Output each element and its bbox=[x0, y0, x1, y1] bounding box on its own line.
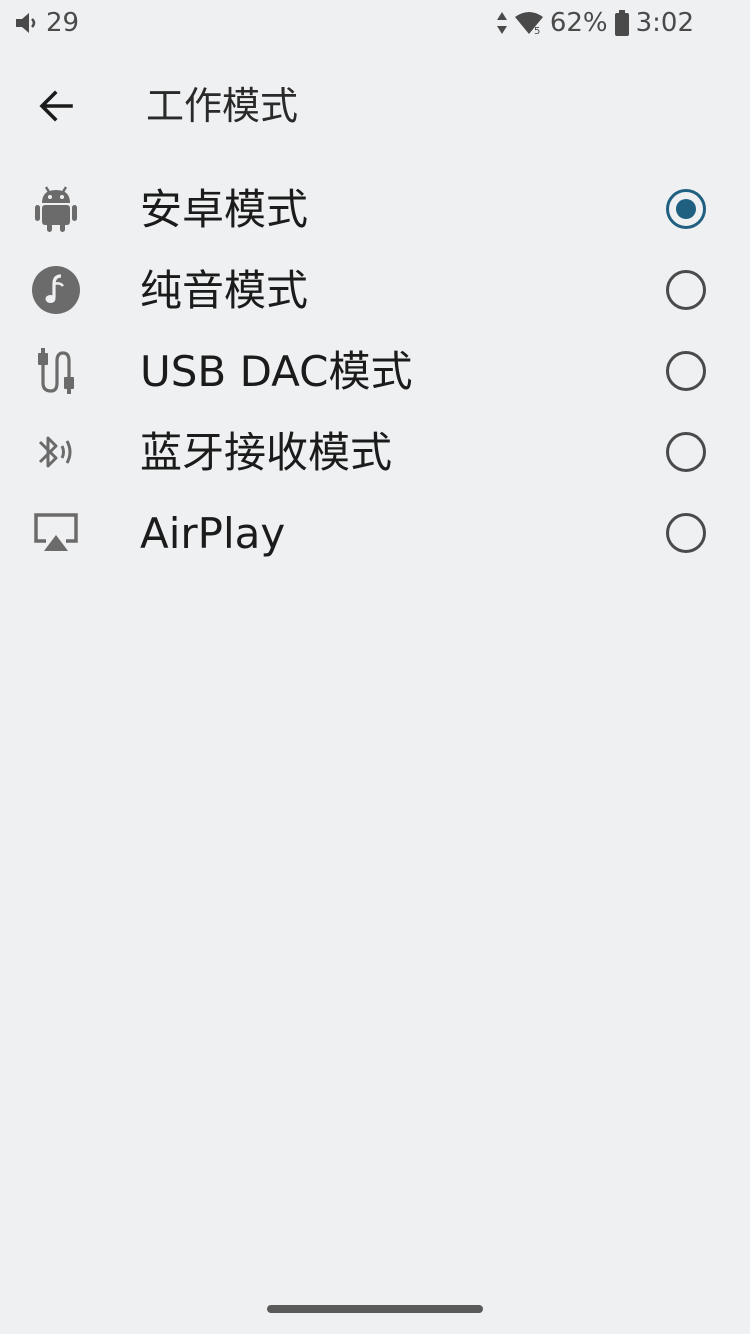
status-left: 29 bbox=[14, 8, 79, 38]
app-bar: 工作模式 bbox=[0, 60, 750, 152]
airplay-icon bbox=[28, 507, 84, 559]
home-indicator[interactable] bbox=[267, 1305, 483, 1313]
volume-level: 29 bbox=[46, 8, 80, 38]
mode-item-airplay[interactable]: AirPlay bbox=[0, 492, 750, 573]
radio-usb-dac[interactable] bbox=[666, 351, 706, 391]
wifi-icon: 5 bbox=[514, 12, 543, 36]
svg-text:5: 5 bbox=[534, 26, 540, 36]
mode-item-usb-dac[interactable]: USB DAC模式 bbox=[0, 330, 750, 411]
status-right: 5 62% 3:02 bbox=[490, 8, 694, 38]
radio-android[interactable] bbox=[666, 189, 706, 229]
mode-label-usb-dac: USB DAC模式 bbox=[140, 347, 413, 396]
usb-cable-icon bbox=[28, 345, 84, 397]
mode-item-android[interactable]: 安卓模式 bbox=[0, 168, 750, 249]
radio-pure-music[interactable] bbox=[666, 270, 706, 310]
arrow-left-icon bbox=[39, 90, 73, 122]
mode-label-airplay: AirPlay bbox=[140, 509, 286, 558]
radio-bluetooth[interactable] bbox=[666, 432, 706, 472]
back-button[interactable] bbox=[26, 76, 86, 136]
volume-icon bbox=[16, 13, 36, 33]
status-bar: 29 5 62% 3:02 bbox=[0, 0, 750, 50]
mode-list: 安卓模式 纯音模式 USB DAC模式 蓝牙接收模式 AirPlay bbox=[0, 168, 750, 573]
battery-percent: 62% bbox=[549, 8, 608, 38]
page-title: 工作模式 bbox=[146, 84, 299, 128]
battery-icon bbox=[614, 10, 629, 36]
clock: 3:02 bbox=[635, 8, 694, 38]
mode-item-bluetooth[interactable]: 蓝牙接收模式 bbox=[0, 411, 750, 492]
mode-item-pure-music[interactable]: 纯音模式 bbox=[0, 249, 750, 330]
radio-airplay[interactable] bbox=[666, 513, 706, 553]
music-note-icon bbox=[28, 264, 84, 316]
android-icon bbox=[28, 183, 84, 235]
mode-label-android: 安卓模式 bbox=[140, 185, 309, 234]
data-arrows-icon bbox=[496, 12, 507, 34]
mode-label-pure-music: 纯音模式 bbox=[140, 266, 309, 315]
mode-label-bluetooth: 蓝牙接收模式 bbox=[140, 428, 393, 477]
bluetooth-audio-icon bbox=[28, 426, 84, 478]
